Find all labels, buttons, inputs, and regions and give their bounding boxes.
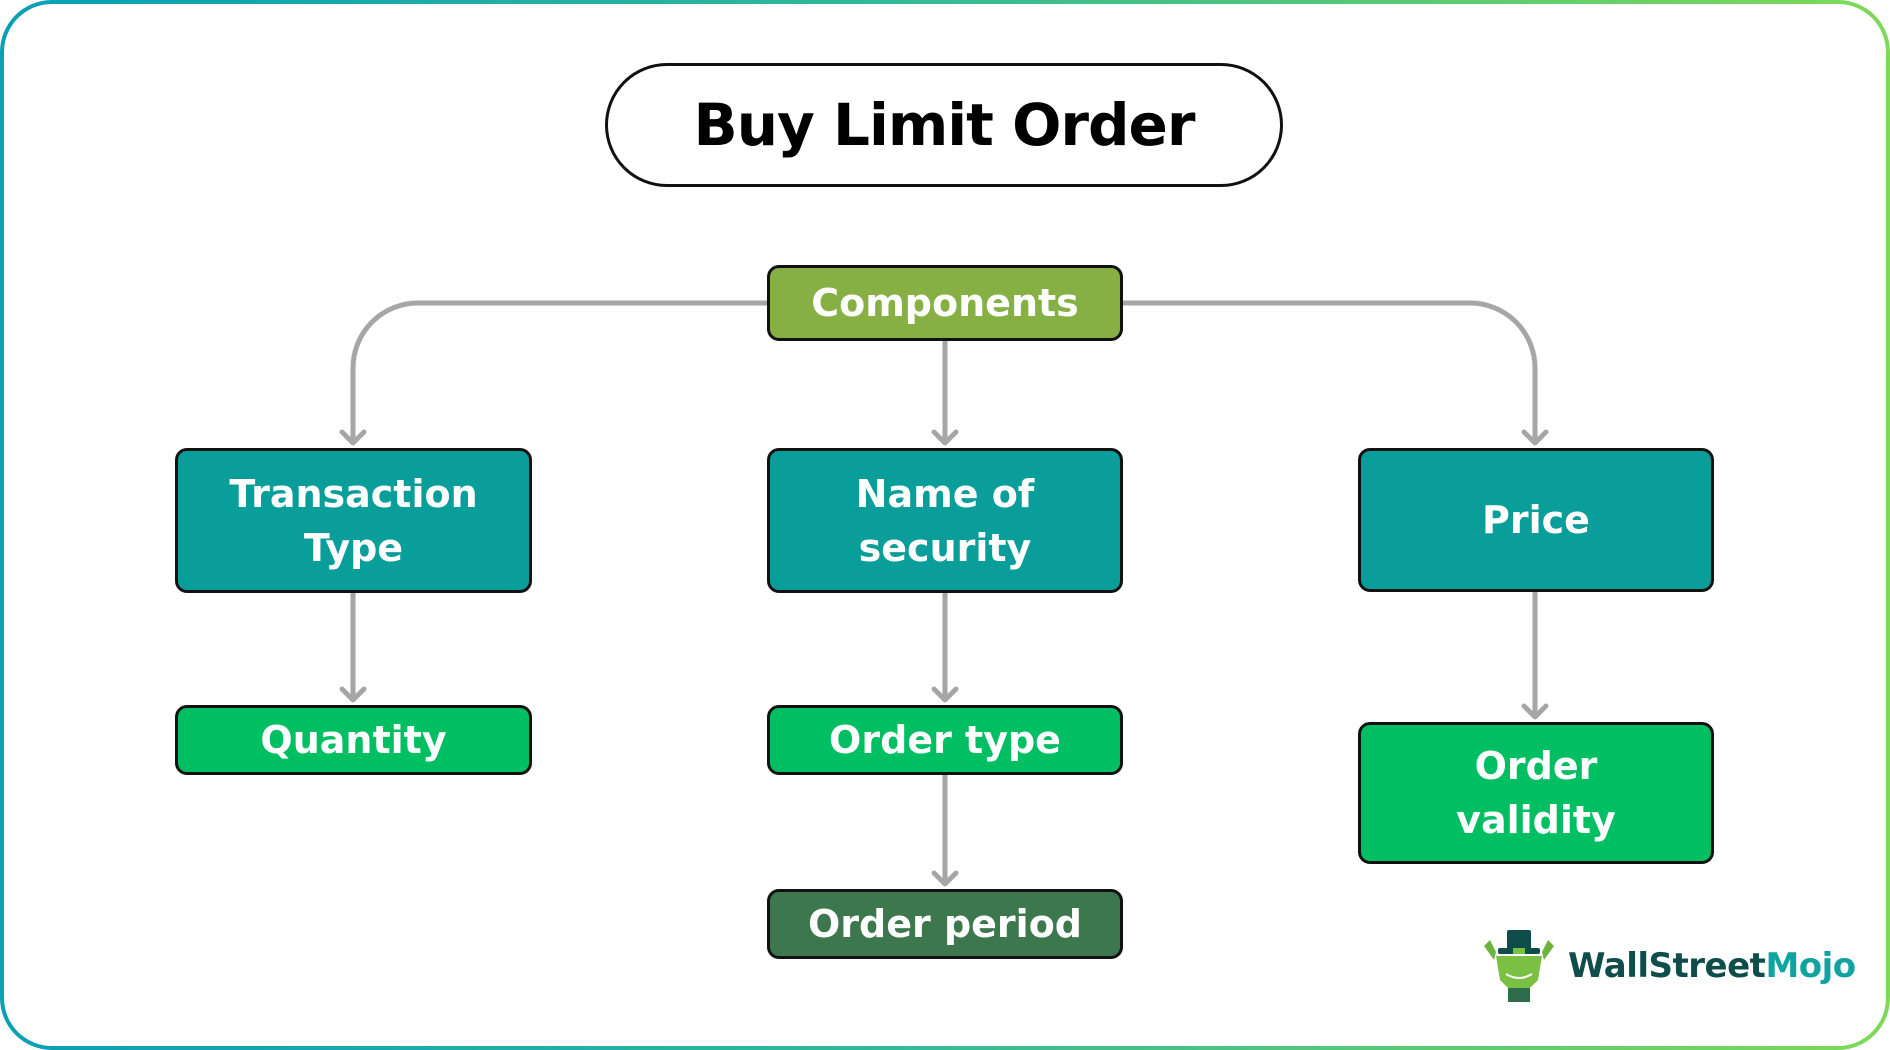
node-order-type-label: Order type [829,718,1061,762]
node-name-of-security: Name of security [767,448,1123,593]
node-order-validity-label: Order validity [1456,744,1616,842]
node-order-period-label: Order period [807,902,1083,946]
node-price-label: Price [1482,498,1590,542]
node-components: Components [767,265,1123,341]
node-order-period: Order period [767,889,1123,959]
node-quantity: Quantity [175,705,532,775]
node-order-type: Order type [767,705,1123,775]
node-order-validity: Order validity [1358,722,1714,864]
logo-text-wallstreet: WallStreet [1568,946,1766,986]
node-price: Price [1358,448,1714,592]
node-quantity-label: Quantity [260,718,447,762]
node-transaction-type: Transaction Type [175,448,532,593]
node-components-label: Components [811,281,1079,325]
edge-components-price [1120,300,1538,445]
logo-text-mojo: Mojo [1765,946,1856,986]
edge-components-transaction-type [350,300,770,445]
node-name-of-security-label: Name of security [855,471,1035,570]
bull-mascot-icon [1484,930,1554,1002]
node-transaction-type-label: Transaction Type [229,471,478,570]
wallstreetmojo-logo: WallStreetMojo [1480,928,1856,1004]
logo-text: WallStreetMojo [1568,946,1856,986]
